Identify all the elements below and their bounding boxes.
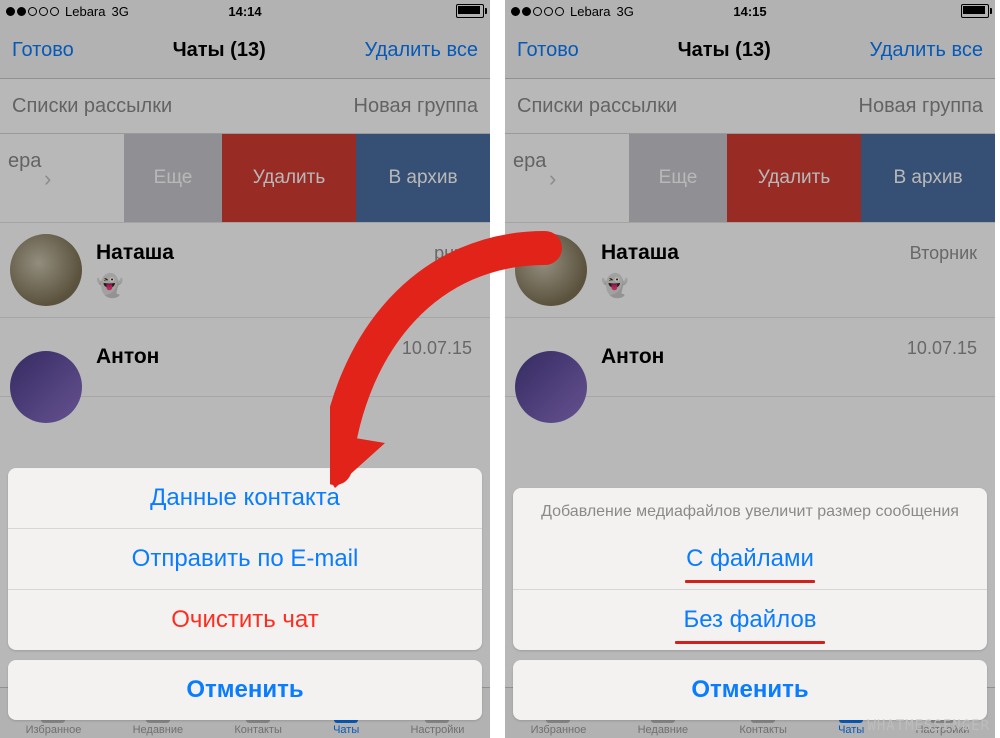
chevron-right-icon: ›	[549, 166, 556, 192]
chat-row[interactable]: Наташа 👻 Вторник	[505, 223, 995, 318]
avatar	[10, 234, 82, 306]
chat-date: Вторник	[910, 243, 977, 264]
chat-date: 10.07.15	[907, 338, 977, 359]
new-group-button[interactable]: Новая группа	[354, 95, 478, 118]
broadcast-lists-button[interactable]: Списки рассылки	[517, 95, 677, 118]
clock-label: 14:14	[0, 4, 490, 19]
chat-name-partial: ера	[513, 150, 546, 173]
page-title: Чаты (13)	[173, 39, 266, 62]
sheet-message: Добавление медиафайлов увеличит размер с…	[513, 488, 987, 529]
delete-all-button[interactable]: Удалить все	[870, 39, 983, 62]
swipe-delete-button[interactable]: Удалить	[727, 134, 861, 222]
sheet-email-chat[interactable]: Отправить по E-mail	[8, 529, 482, 590]
chat-name-partial: ера	[8, 150, 41, 173]
battery-icon	[456, 4, 484, 18]
chat-name: Наташа	[601, 241, 679, 265]
ghost-icon: 👻	[601, 273, 679, 299]
sheet-cancel[interactable]: Отменить	[8, 660, 482, 720]
phone-left: Lebara 3G 14:14 Готово Чаты (13) Удалить…	[0, 0, 490, 738]
chat-name: Антон	[601, 345, 664, 369]
phone-right: Lebara 3G 14:15 Готово Чаты (13) Удалить…	[505, 0, 995, 738]
swipe-archive-button[interactable]: В архив	[356, 134, 490, 222]
chat-name: Антон	[96, 345, 159, 369]
sheet-contact-info[interactable]: Данные контакта	[8, 468, 482, 529]
new-group-button[interactable]: Новая группа	[859, 95, 983, 118]
chat-date: рник	[434, 243, 472, 264]
action-sheet: Данные контакта Отправить по E-mail Очис…	[8, 468, 482, 730]
action-sheet: Добавление медиафайлов увеличит размер с…	[513, 488, 987, 730]
sheet-clear-chat[interactable]: Очистить чат	[8, 590, 482, 650]
sub-bar: Списки рассылки Новая группа	[505, 79, 995, 134]
chat-name: Наташа	[96, 241, 174, 265]
swipe-more-button[interactable]: Еще	[629, 134, 727, 222]
avatar	[10, 351, 82, 423]
chevron-right-icon: ›	[44, 166, 51, 192]
avatar	[515, 234, 587, 306]
swipe-more-button[interactable]: Еще	[124, 134, 222, 222]
sheet-without-files[interactable]: Без файлов	[513, 590, 987, 650]
chat-date: 10.07.15	[402, 338, 472, 359]
sub-bar: Списки рассылки Новая группа	[0, 79, 490, 134]
sheet-with-files[interactable]: С файлами	[513, 529, 987, 590]
nav-header: Готово Чаты (13) Удалить все	[0, 22, 490, 79]
status-bar: Lebara 3G 14:14	[0, 0, 490, 22]
ghost-icon: 👻	[96, 273, 174, 299]
swipe-archive-button[interactable]: В архив	[861, 134, 995, 222]
watermark: WHATMESSENGER	[867, 718, 990, 734]
broadcast-lists-button[interactable]: Списки рассылки	[12, 95, 172, 118]
avatar	[515, 351, 587, 423]
swiped-chat-row: ера › Еще Удалить В архив	[0, 134, 490, 223]
status-bar: Lebara 3G 14:15	[505, 0, 995, 22]
page-title: Чаты (13)	[678, 39, 771, 62]
done-button[interactable]: Готово	[517, 39, 579, 62]
delete-all-button[interactable]: Удалить все	[365, 39, 478, 62]
done-button[interactable]: Готово	[12, 39, 74, 62]
chat-row[interactable]: Антон 10.07.15	[505, 318, 995, 397]
chat-row[interactable]: Антон 10.07.15	[0, 318, 490, 397]
chat-row[interactable]: Наташа 👻 рник	[0, 223, 490, 318]
swiped-chat-row: ера › Еще Удалить В архив	[505, 134, 995, 223]
sheet-cancel[interactable]: Отменить	[513, 660, 987, 720]
swipe-delete-button[interactable]: Удалить	[222, 134, 356, 222]
nav-header: Готово Чаты (13) Удалить все	[505, 22, 995, 79]
clock-label: 14:15	[505, 4, 995, 19]
battery-icon	[961, 4, 989, 18]
